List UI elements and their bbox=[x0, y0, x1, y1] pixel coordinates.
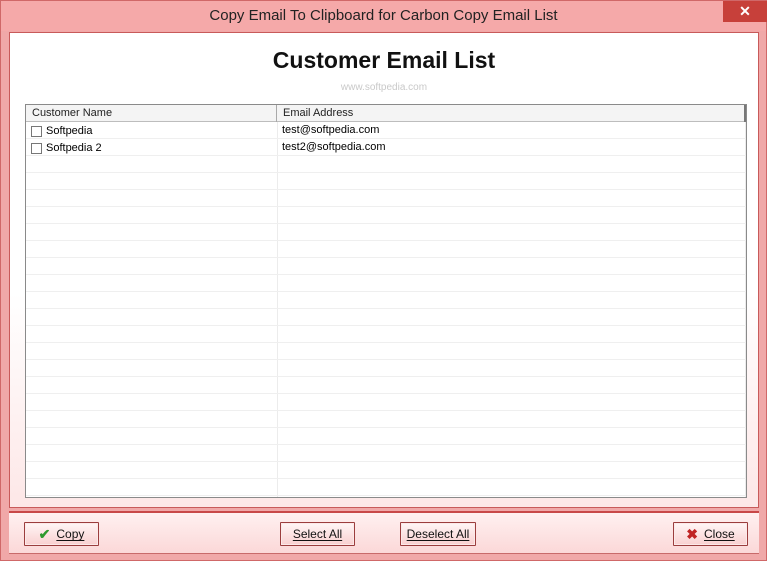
empty-row bbox=[26, 173, 746, 190]
copy-button-label: Copy bbox=[56, 527, 85, 541]
watermark-text: www.softpedia.com bbox=[340, 82, 428, 93]
client-area: Customer Email List www.softpedia.com Cu… bbox=[9, 32, 759, 508]
empty-row bbox=[26, 207, 746, 224]
empty-row bbox=[26, 241, 746, 258]
page-title: Customer Email List bbox=[272, 47, 496, 73]
empty-row bbox=[26, 445, 746, 462]
empty-row bbox=[26, 224, 746, 241]
empty-row bbox=[26, 377, 746, 394]
customer-list[interactable]: Customer Name Email Address Softpedia te… bbox=[25, 104, 747, 498]
list-body: Softpedia test@softpedia.com Softpedia 2… bbox=[26, 122, 746, 497]
empty-row bbox=[26, 156, 746, 173]
empty-row bbox=[26, 326, 746, 343]
select-all-button-label: Select All bbox=[292, 527, 343, 541]
empty-row bbox=[26, 258, 746, 275]
row-checkbox[interactable] bbox=[31, 142, 42, 154]
list-header: Customer Name Email Address bbox=[26, 105, 746, 122]
app-window: Copy Email To Clipboard for Carbon Copy … bbox=[0, 0, 767, 561]
deselect-all-button[interactable]: Deselect All bbox=[400, 522, 476, 546]
close-button-label: Close bbox=[704, 527, 735, 541]
check-icon: ✔ bbox=[38, 525, 51, 542]
table-row[interactable]: Softpedia test@softpedia.com bbox=[26, 122, 746, 139]
table-row[interactable]: Softpedia 2 test2@softpedia.com bbox=[26, 139, 746, 156]
email-address: test@softpedia.com bbox=[282, 124, 380, 136]
button-bar: ✔ Copy Select All Deselect All ✖ Close bbox=[9, 511, 759, 554]
column-header-email-address[interactable]: Email Address bbox=[277, 105, 746, 122]
customer-name: Softpedia 2 bbox=[46, 141, 102, 154]
empty-row bbox=[26, 462, 746, 479]
close-button[interactable]: ✖ Close bbox=[673, 522, 748, 546]
customer-name: Softpedia bbox=[46, 124, 93, 137]
empty-row bbox=[26, 309, 746, 326]
empty-row bbox=[26, 343, 746, 360]
copy-button[interactable]: ✔ Copy bbox=[24, 522, 99, 546]
empty-row bbox=[26, 360, 746, 377]
email-address: test2@softpedia.com bbox=[282, 141, 386, 153]
column-header-customer-name[interactable]: Customer Name bbox=[26, 105, 277, 122]
empty-row bbox=[26, 275, 746, 292]
x-icon: ✖ bbox=[686, 525, 699, 542]
deselect-all-button-label: Deselect All bbox=[406, 527, 470, 541]
empty-row bbox=[26, 394, 746, 411]
customer-name-cell: Softpedia bbox=[31, 124, 271, 138]
empty-row bbox=[26, 428, 746, 445]
title-bar[interactable]: Copy Email To Clipboard for Carbon Copy … bbox=[1, 1, 767, 31]
empty-row bbox=[26, 411, 746, 428]
window-close-button[interactable]: ✕ bbox=[723, 1, 767, 22]
customer-name-cell: Softpedia 2 bbox=[31, 141, 271, 155]
select-all-button[interactable]: Select All bbox=[280, 522, 355, 546]
empty-row bbox=[26, 190, 746, 207]
window-title: Copy Email To Clipboard for Carbon Copy … bbox=[209, 7, 558, 24]
empty-row bbox=[26, 479, 746, 496]
row-checkbox[interactable] bbox=[31, 125, 42, 137]
empty-row bbox=[26, 292, 746, 309]
